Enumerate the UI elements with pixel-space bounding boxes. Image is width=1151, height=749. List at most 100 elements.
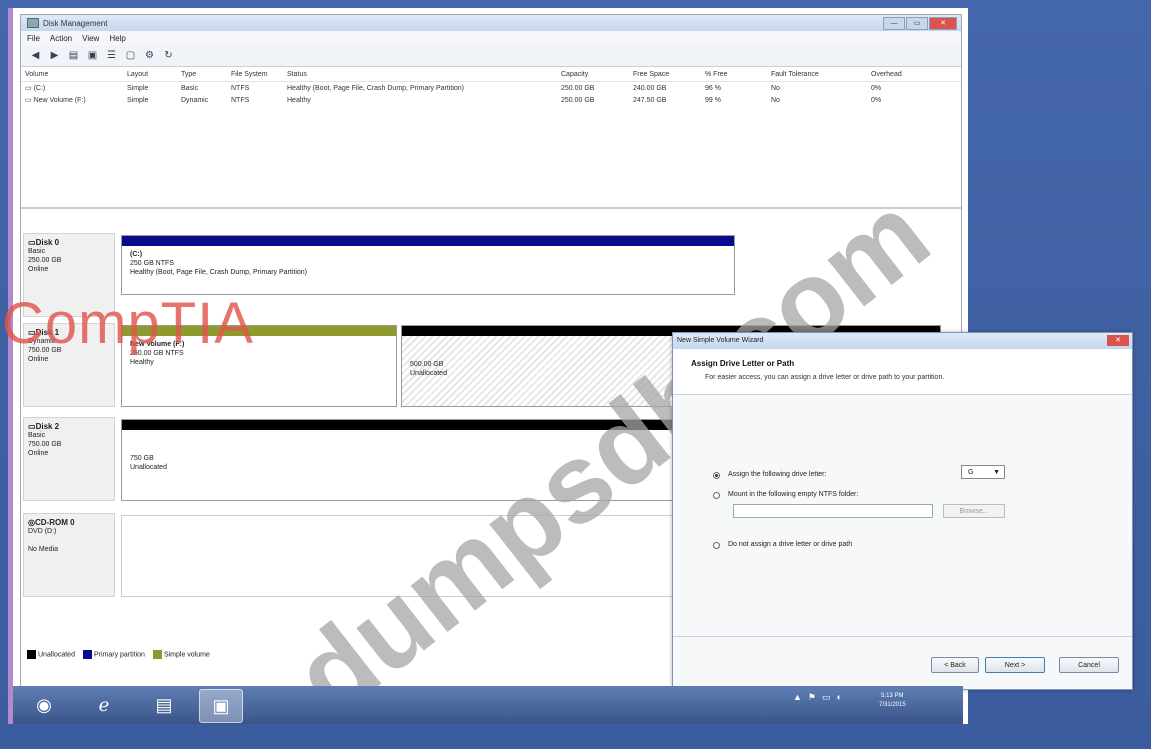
fs-cell: NTFS [231,96,250,104]
table-row[interactable]: ▭ New Volume (F:) Simple Dynamic NTFS He… [21,94,961,106]
clock-date: 7/31/2015 [879,702,906,708]
legend: Unallocated Primary partition Simple vol… [27,650,210,659]
assign-letter-label: Assign the following drive letter: [728,471,827,478]
disk-state: Online [28,266,49,273]
mount-folder-radio[interactable] [713,492,720,499]
menu-file[interactable]: File [27,34,40,43]
browse-button[interactable]: Browse... [943,504,1005,518]
next-button[interactable]: Next > [985,657,1045,673]
col-percent-free[interactable]: % Free [705,71,771,78]
drive-letter-value: G [968,469,974,476]
no-letter-option[interactable]: Do not assign a drive letter or drive pa… [713,541,852,549]
volume-list-header: Volume Layout Type File System Status Ca… [21,67,961,82]
col-fault-tolerance[interactable]: Fault Tolerance [771,71,871,78]
cancel-button[interactable]: Cancel [1059,657,1119,673]
partition-status: Healthy (Boot, Page File, Crash Dump, Pr… [130,269,308,276]
minimize-button[interactable]: — [883,17,905,30]
menu-bar: File Action View Help [21,31,961,46]
windows-logo-icon: ◉ [36,694,52,715]
tray-up-icon[interactable]: ▲ [793,692,802,703]
percent-free-cell: 96 % [705,84,721,92]
volume-icon: ▭ [25,97,34,104]
mount-folder-option[interactable]: Mount in the following empty NTFS folder… [713,491,858,499]
layout-cell: Simple [127,96,149,104]
cdrom-icon: ◎ [28,518,35,527]
list-icon[interactable]: ☰ [105,50,118,62]
partition-c[interactable]: (C:) 250 GB NTFS Healthy (Boot, Page Fil… [121,235,735,295]
col-overhead[interactable]: Overhead [871,71,931,78]
action-center-icon[interactable]: ⚑ [808,692,816,703]
menu-help[interactable]: Help [109,34,125,43]
col-type[interactable]: Type [181,71,231,78]
assign-letter-option[interactable]: Assign the following drive letter: [713,471,853,479]
legend-unallocated: Unallocated [27,650,75,659]
back-button[interactable]: < Back [931,657,979,673]
refresh-icon[interactable]: ↻ [162,50,175,62]
menu-view[interactable]: View [82,34,99,43]
legend-primary: Primary partition [82,650,145,659]
disk-icon: ▭ [28,422,36,431]
taskbar-explorer[interactable]: ▤ [143,689,185,721]
disk-management-icon [27,18,39,28]
partition-status: Healthy [130,359,154,366]
col-file-system[interactable]: File System [231,71,287,78]
overhead-cell: 0% [871,96,882,104]
folder-path-input[interactable] [733,504,933,518]
maximize-button[interactable]: ▭ [906,17,928,30]
wizard-close-button[interactable]: ✕ [1107,335,1129,346]
cdrom-drive: DVD (D:) [28,528,57,535]
disk-size: 250.00 GB [28,257,62,264]
toolbar: ◀ ▶ ▤ ▣ ☰ ▢ ⚙ ↻ [21,46,961,67]
volume-icon[interactable]: ◐ [837,692,842,703]
help-icon[interactable]: ▣ [86,50,99,62]
col-free-space[interactable]: Free Space [633,71,705,78]
console-tree-icon[interactable]: ▤ [67,50,80,62]
no-letter-radio[interactable] [713,542,720,549]
no-letter-label: Do not assign a drive letter or drive pa… [728,541,853,548]
close-button[interactable]: ✕ [929,17,957,30]
system-tray: ▲ ⚑ ▭ ◐ [793,692,842,703]
internet-explorer-icon: ℯ [98,694,110,715]
status-cell: Healthy (Boot, Page File, Crash Dump, Pr… [287,84,465,92]
wizard-subheading: For easier access, you can assign a driv… [705,374,945,381]
start-button[interactable]: ◉ [23,689,65,721]
taskbar-disk-management[interactable]: ▣ [199,689,243,723]
type-cell: Basic [181,84,199,92]
network-icon[interactable]: ▭ [822,692,831,703]
new-simple-volume-wizard: New Simple Volume Wizard ✕ Assign Drive … [672,332,1133,690]
unallocated-label: Unallocated [410,370,447,377]
capacity-cell: 250.00 GB [561,84,595,92]
table-row[interactable]: ▭ (C:) Simple Basic NTFS Healthy (Boot, … [21,82,961,94]
fs-cell: NTFS [231,84,250,92]
disk-type: Basic [28,432,46,439]
drive-letter-select[interactable]: G ▼ [961,465,1005,479]
title-bar: Disk Management — ▭ ✕ [21,15,961,31]
taskbar-clock[interactable]: 5:13 PM 7/31/2015 [879,692,906,710]
disk-2-label[interactable]: ▭Disk 2 Basic 750.00 GB Online [23,417,115,501]
settings-icon[interactable]: ⚙ [143,50,156,62]
col-capacity[interactable]: Capacity [561,71,633,78]
properties-icon[interactable]: ▢ [124,50,137,62]
disk-type: Basic [28,248,46,255]
forward-arrow-icon[interactable]: ▶ [48,50,61,62]
cdrom-label[interactable]: ◎CD-ROM 0 DVD (D:) No Media [23,513,115,597]
status-cell: Healthy [287,96,311,104]
col-status[interactable]: Status [287,71,561,78]
disk-icon: ▭ [28,238,36,247]
disk-state: Online [28,450,49,457]
col-volume[interactable]: Volume [21,71,127,78]
wizard-title: New Simple Volume Wizard [677,337,764,344]
unallocated-label: Unallocated [130,464,167,471]
taskbar-ie[interactable]: ℯ [83,689,125,721]
col-layout[interactable]: Layout [127,71,181,78]
folder-icon: ▤ [155,694,173,715]
back-arrow-icon[interactable]: ◀ [29,50,42,62]
volume-list: Volume Layout Type File System Status Ca… [21,67,961,209]
toolbox-icon: ▣ [212,695,230,716]
unallocated-size: 500.00 GB [410,361,444,368]
chevron-down-icon: ▼ [993,469,1000,476]
legend-simple: Simple volume [152,650,210,659]
assign-letter-radio[interactable] [713,472,720,479]
taskbar: ◉ ℯ ▤ ▣ ▲ ⚑ ▭ ◐ 5:13 PM 7/31/2015 [13,686,963,724]
menu-action[interactable]: Action [50,34,72,43]
